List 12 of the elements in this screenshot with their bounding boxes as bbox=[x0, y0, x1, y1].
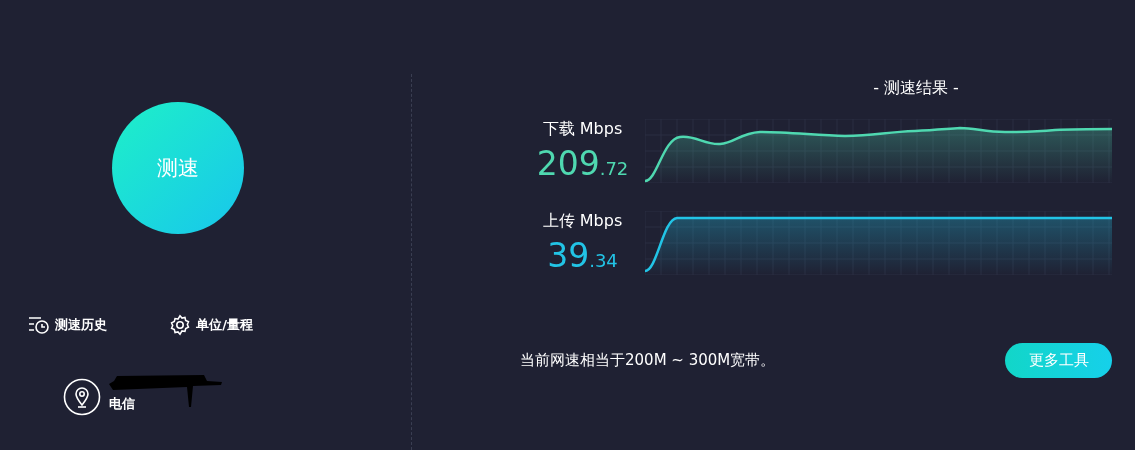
speed-unit-label: 下载 Mbps bbox=[542, 119, 623, 140]
history-link[interactable]: 测速历史 bbox=[28, 314, 108, 336]
results-title: - 测速结果 - bbox=[872, 78, 960, 99]
settings-icon bbox=[169, 314, 192, 336]
location-icon bbox=[62, 378, 101, 416]
speed-summary: 当前网速相当于200M ~ 300M宽带。 bbox=[520, 351, 776, 370]
speed-value: 39.34 bbox=[547, 236, 618, 275]
history-icon bbox=[28, 316, 51, 334]
speed-value: 209.72 bbox=[536, 144, 629, 183]
isp-name: 电信 bbox=[108, 395, 136, 413]
settings-link[interactable]: 单位/量程 bbox=[169, 314, 253, 336]
speed-unit-label: 上传 Mbps bbox=[542, 211, 623, 232]
